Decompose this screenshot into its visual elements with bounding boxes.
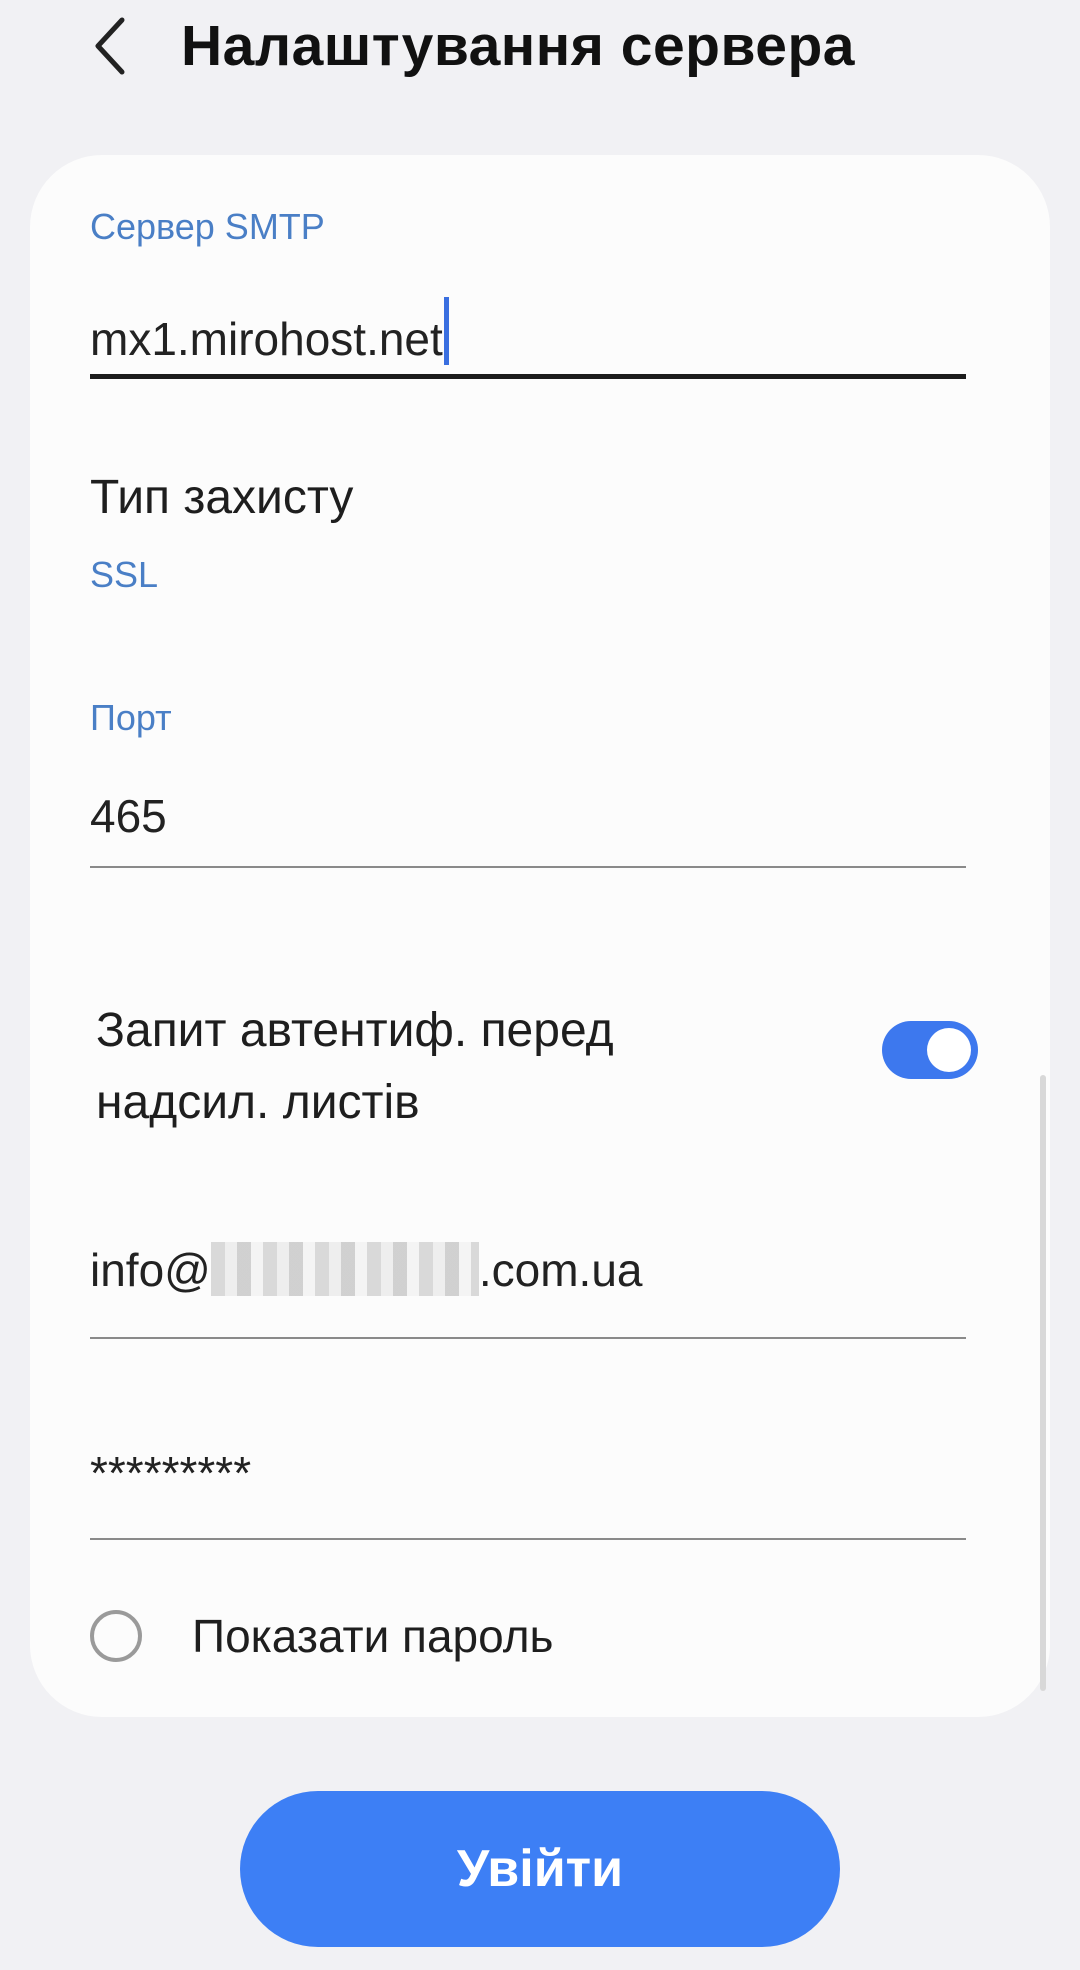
security-type-value[interactable]: SSL (90, 553, 158, 597)
password-underline (90, 1538, 966, 1540)
password-input[interactable]: ********* (90, 1445, 251, 1501)
auth-before-send-label: Запит автентиф. перед надсил. листів (96, 1004, 614, 1129)
toggle-knob (927, 1028, 971, 1072)
show-password-radio[interactable] (90, 1610, 142, 1662)
username-prefix: info@ (90, 1244, 211, 1296)
settings-card: Сервер SMTP mx1.mirohost.net Тип захисту… (30, 155, 1050, 1717)
scrollbar[interactable] (1040, 1075, 1046, 1691)
auth-before-send-toggle[interactable] (882, 1021, 978, 1079)
username-underline (90, 1337, 966, 1339)
username-input[interactable]: info@ .com.ua (90, 1242, 643, 1298)
port-underline (90, 866, 966, 868)
smtp-server-input[interactable]: mx1.mirohost.net (90, 297, 449, 367)
text-caret (443, 297, 449, 365)
show-password-label[interactable]: Показати пароль (192, 1606, 554, 1666)
smtp-server-value: mx1.mirohost.net (90, 313, 443, 365)
port-input[interactable]: 465 (90, 788, 167, 844)
server-settings-screen: Налаштування сервера Сервер SMTP mx1.mir… (0, 0, 1080, 1970)
chevron-left-icon (95, 17, 125, 75)
back-button[interactable] (80, 8, 140, 84)
top-app-bar: Налаштування сервера (0, 0, 1080, 100)
page-title: Налаштування сервера (181, 14, 855, 78)
smtp-server-label: Сервер SMTP (90, 206, 325, 247)
port-label: Порт (90, 697, 172, 738)
redacted-text (210, 1242, 479, 1296)
smtp-server-underline (90, 374, 966, 379)
username-suffix: .com.ua (478, 1244, 643, 1296)
login-button[interactable]: Увійти (240, 1791, 840, 1947)
security-type-title[interactable]: Тип захисту (90, 469, 353, 527)
